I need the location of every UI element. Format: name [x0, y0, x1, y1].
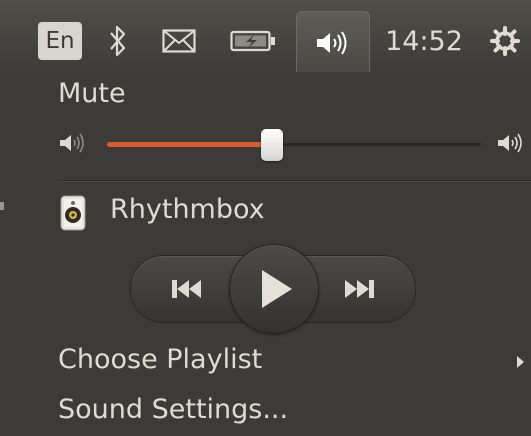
next-icon: [345, 280, 374, 298]
menu-separator-highlight: [58, 181, 531, 182]
session-gear-icon[interactable]: [480, 0, 530, 82]
rhythmbox-app-icon: [60, 195, 86, 235]
player-name[interactable]: Rhythmbox: [110, 194, 265, 225]
volume-indicator-button[interactable]: [296, 11, 370, 73]
top-panel: En 14:52: [0, 0, 531, 82]
volume-slider[interactable]: [107, 129, 481, 161]
previous-icon: [172, 280, 201, 298]
keyboard-layout-label: En: [45, 28, 75, 54]
sound-menu: Mute Rhythmbox Choose Playlist Sound Set…: [0, 72, 531, 436]
clock[interactable]: 14:52: [378, 0, 470, 82]
submenu-arrow-icon: [517, 356, 524, 368]
volume-slider-fill: [107, 142, 272, 147]
battery-charging-icon[interactable]: [222, 0, 286, 82]
volume-slider-knob[interactable]: [260, 129, 283, 161]
bluetooth-icon[interactable]: [98, 0, 138, 82]
previous-track-button[interactable]: [131, 256, 241, 322]
next-track-button[interactable]: [305, 256, 415, 322]
active-indicator-mark: [0, 202, 4, 210]
volume-high-icon: [496, 132, 526, 158]
volume-low-icon: [58, 132, 88, 158]
play-icon: [262, 270, 292, 308]
choose-playlist-menu-item[interactable]: Choose Playlist: [58, 344, 262, 375]
mail-icon[interactable]: [150, 0, 208, 82]
keyboard-layout-indicator[interactable]: En: [38, 22, 82, 60]
media-transport-controls: [130, 244, 416, 334]
mute-menu-item[interactable]: Mute: [58, 78, 126, 109]
sound-settings-menu-item[interactable]: Sound Settings...: [58, 394, 288, 425]
